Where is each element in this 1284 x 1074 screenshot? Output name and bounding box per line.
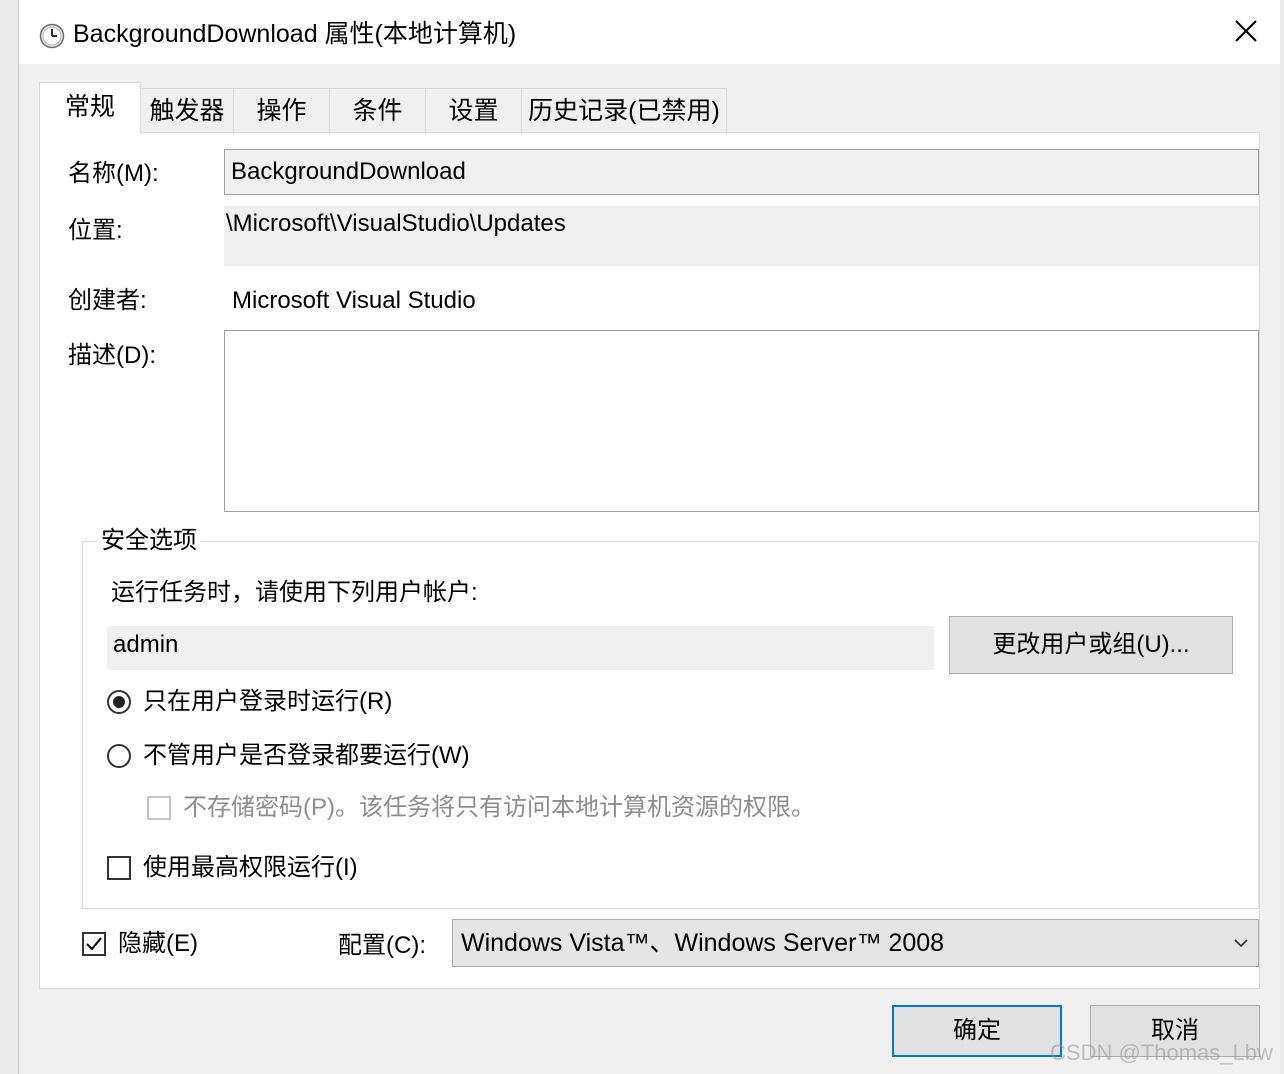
title-bar: BackgroundDownload 属性(本地计算机): [19, 0, 1281, 64]
tab-actions-label: 操作: [256, 97, 307, 125]
do-not-store-password-checkbox[interactable]: [147, 796, 171, 820]
task-properties-dialog: BackgroundDownload 属性(本地计算机) 常规 触发器 操作 条…: [18, 0, 1282, 1074]
close-button[interactable]: [1211, 0, 1281, 64]
author-label: 创建者:: [68, 287, 147, 314]
tab-triggers-label: 触发器: [149, 97, 225, 125]
task-location-field[interactable]: \Microsoft\VisualStudio\Updates: [224, 206, 1259, 266]
run-highest-privileges-label[interactable]: 使用最高权限运行(I): [143, 853, 358, 883]
tab-settings-label: 设置: [448, 97, 499, 125]
do-not-store-password-label[interactable]: 不存储密码(P)。该任务将只有访问本地计算机资源的权限。: [183, 793, 815, 823]
hidden-label[interactable]: 隐藏(E): [118, 929, 198, 959]
run-whether-logged-on-label[interactable]: 不管用户是否登录都要运行(W): [143, 741, 470, 771]
hidden-checkbox[interactable]: [82, 932, 106, 956]
ok-button[interactable]: 确定: [892, 1005, 1062, 1057]
clock-icon: [39, 23, 65, 49]
background-window-left: [0, 0, 18, 1074]
run-highest-privileges-checkbox[interactable]: [107, 856, 131, 880]
name-label: 名称(M):: [68, 160, 159, 187]
change-user-button[interactable]: 更改用户或组(U)...: [949, 616, 1233, 674]
description-label: 描述(D):: [68, 342, 156, 369]
security-options-title: 安全选项: [97, 526, 201, 556]
configure-label: 配置(C):: [338, 932, 426, 959]
watermark-text: CSDN @Thomas_Lbw: [1050, 1040, 1273, 1065]
tab-settings[interactable]: 设置: [425, 88, 522, 132]
tab-actions[interactable]: 操作: [233, 88, 330, 132]
security-options-group: 安全选项 运行任务时，请使用下列用户帐户: admin 更改用户或组(U)...…: [82, 526, 1259, 909]
location-label: 位置:: [68, 217, 123, 244]
general-tab-panel: 名称(M): BackgroundDownload 位置: \Microsoft…: [39, 132, 1260, 989]
task-name-field[interactable]: BackgroundDownload: [224, 149, 1259, 195]
tab-triggers[interactable]: 触发器: [140, 88, 234, 132]
chevron-down-icon: [1234, 939, 1248, 948]
window-title: BackgroundDownload 属性(本地计算机): [73, 20, 517, 48]
tab-history-label: 历史记录(已禁用): [528, 97, 720, 125]
background-window-right: [1280, 0, 1284, 1074]
tab-conditions-label: 条件: [352, 97, 403, 125]
user-account-field[interactable]: admin: [107, 626, 934, 670]
run-whether-logged-on-radio[interactable]: [107, 744, 131, 768]
author-value: Microsoft Visual Studio: [232, 287, 476, 314]
checkmark-icon: [86, 937, 102, 951]
description-textarea[interactable]: [224, 330, 1259, 512]
tab-conditions[interactable]: 条件: [329, 88, 426, 132]
run-as-label: 运行任务时，请使用下列用户帐户:: [111, 579, 478, 606]
tab-general[interactable]: 常规: [39, 82, 141, 134]
tab-general-label: 常规: [64, 93, 115, 121]
close-icon: [1235, 20, 1257, 42]
run-only-logged-on-radio[interactable]: [107, 690, 131, 714]
configure-dropdown[interactable]: Windows Vista™、Windows Server™ 2008: [452, 919, 1259, 967]
run-only-logged-on-label[interactable]: 只在用户登录时运行(R): [143, 687, 392, 717]
tab-history[interactable]: 历史记录(已禁用): [521, 88, 727, 132]
configure-selected-value: Windows Vista™、Windows Server™ 2008: [461, 929, 945, 957]
